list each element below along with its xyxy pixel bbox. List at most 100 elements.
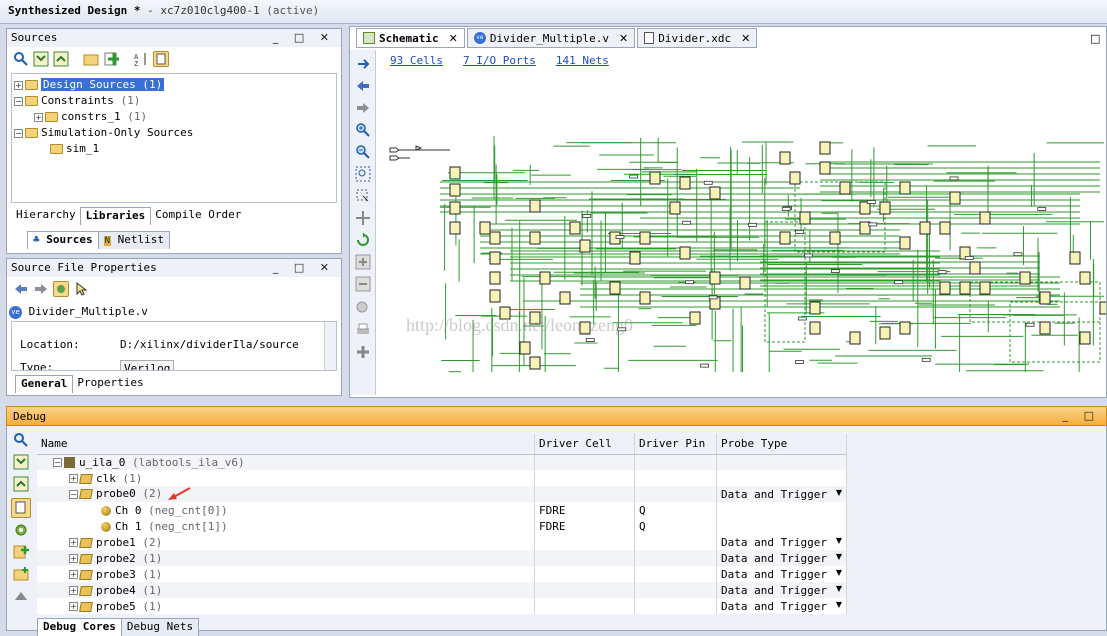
search-icon[interactable]	[355, 300, 371, 316]
forward-arrow-icon[interactable]	[355, 100, 371, 116]
table-row[interactable]: + probe2 (1) Data and Trigger ▼	[37, 550, 847, 566]
expand-all-icon[interactable]	[53, 51, 69, 67]
close-icon[interactable]: ✕	[741, 32, 750, 45]
tab-sources[interactable]: ♣ Sources	[27, 231, 99, 249]
nets-link[interactable]: 141 Nets	[556, 54, 609, 67]
plus-icon[interactable]	[355, 344, 371, 360]
sort-icon[interactable]: AZ	[133, 51, 149, 68]
collapse-icon[interactable]: −	[14, 128, 23, 138]
tab-divider-multiple[interactable]: ve Divider_Multiple.v ✕	[466, 28, 636, 48]
set-up-debug-icon[interactable]	[13, 566, 29, 582]
expand-icon[interactable]: +	[69, 474, 78, 483]
tab-debug-cores[interactable]: Debug Cores	[37, 618, 122, 636]
tree-node-constrs-1[interactable]: + constrs_1 (1)	[34, 109, 147, 125]
table-row[interactable]: + probe4 (1) Data and Trigger ▼	[37, 582, 847, 598]
panel-window-controls[interactable]: _ □ ✕	[273, 31, 335, 44]
add-icon[interactable]	[355, 254, 371, 270]
tab-compile-order[interactable]: Compile Order	[150, 207, 246, 225]
zoom-in-icon[interactable]	[355, 122, 371, 138]
add-debug-icon[interactable]	[13, 544, 29, 560]
probe-type-select[interactable]: Data and Trigger ▼	[716, 486, 847, 502]
remove-icon[interactable]	[355, 276, 371, 292]
expand-icon[interactable]: +	[69, 586, 78, 595]
properties-scrollbar[interactable]	[324, 322, 336, 370]
collapse-all-icon[interactable]	[13, 454, 29, 470]
search-icon[interactable]	[13, 432, 29, 448]
column-header[interactable]: Name	[37, 434, 536, 455]
tab-general[interactable]: General	[15, 375, 74, 393]
table-row[interactable]: + probe1 (2) Data and Trigger ▼	[37, 534, 847, 550]
tree-node-simulation-sources[interactable]: − Simulation-Only Sources	[14, 125, 193, 141]
column-header[interactable]: Probe Type	[716, 434, 847, 455]
collapse-icon[interactable]: −	[14, 96, 23, 106]
close-icon[interactable]: ✕	[449, 32, 458, 45]
show-properties-icon[interactable]	[11, 498, 31, 518]
panel-window-controls[interactable]: _ □ ✕	[273, 261, 335, 274]
pointer-icon[interactable]	[73, 281, 89, 297]
tab-divider-xdc[interactable]: Divider.xdc ✕	[637, 28, 758, 48]
auto-update-icon[interactable]	[53, 281, 69, 297]
tab-netlist[interactable]: N Netlist	[97, 231, 171, 249]
select-icon[interactable]	[355, 56, 371, 72]
table-row[interactable]: − probe0 (2) Data and Trigger ▼	[37, 486, 847, 502]
collapse-icon[interactable]: −	[53, 458, 62, 468]
collapse-icon[interactable]: −	[69, 489, 78, 499]
tree-node-sim-1[interactable]: sim_1	[50, 141, 99, 157]
expand-all-icon[interactable]	[13, 476, 29, 492]
table-row[interactable]: − u_ila_0 (labtools_ila_v6)	[37, 454, 847, 470]
search-icon[interactable]	[13, 51, 29, 67]
tree-node-design-sources[interactable]: + Design Sources (1)	[14, 77, 165, 93]
tab-libraries[interactable]: Libraries	[79, 207, 152, 225]
dropdown-arrow-icon[interactable]: ▼	[836, 584, 842, 593]
zoom-fit-icon[interactable]	[355, 166, 371, 182]
probe-type-select[interactable]: Data and Trigger ▼	[716, 550, 847, 566]
table-row[interactable]: Ch 1 (neg_cnt[1]) FDRE Q	[37, 518, 847, 534]
probe-type-select[interactable]: Data and Trigger ▼	[716, 534, 847, 550]
type-value[interactable]: Verilog	[120, 360, 175, 370]
expand-icon[interactable]: +	[14, 80, 23, 90]
back-arrow-icon[interactable]	[13, 281, 29, 297]
expand-icon[interactable]: +	[69, 570, 78, 579]
tab-hierarchy[interactable]: Hierarchy	[11, 207, 81, 225]
expand-icon[interactable]: +	[69, 554, 78, 563]
table-row[interactable]: + probe3 (1) Data and Trigger ▼	[37, 566, 847, 582]
settings-icon[interactable]	[13, 522, 29, 538]
dropdown-arrow-icon[interactable]: ▼	[836, 488, 842, 497]
schematic-canvas[interactable]: http://blog.csdn.net/leon_zeng0	[380, 72, 1106, 394]
implement-debug-icon[interactable]	[13, 588, 29, 604]
close-icon[interactable]: ✕	[619, 32, 628, 45]
tab-properties[interactable]: Properties	[72, 375, 148, 393]
dropdown-arrow-icon[interactable]: ▼	[836, 552, 842, 561]
expand-cell-icon[interactable]	[355, 210, 371, 226]
probe-type-select[interactable]: Data and Trigger ▼	[716, 582, 847, 598]
io-ports-link[interactable]: 7 I/O Ports	[463, 54, 536, 67]
tree-node-constraints[interactable]: − Constraints (1)	[14, 93, 140, 109]
column-header[interactable]: Driver Cell	[534, 434, 636, 455]
forward-arrow-icon[interactable]	[33, 281, 49, 297]
zoom-area-icon[interactable]	[355, 188, 371, 204]
tab-schematic[interactable]: Schematic ✕	[356, 28, 465, 48]
add-sources-icon[interactable]	[103, 51, 120, 67]
tab-debug-nets[interactable]: Debug Nets	[120, 618, 200, 636]
show-properties-icon[interactable]	[153, 51, 169, 67]
collapse-all-icon[interactable]	[33, 51, 49, 67]
maximize-icon[interactable]: □	[1090, 32, 1100, 45]
back-arrow-icon[interactable]	[355, 78, 371, 94]
dropdown-arrow-icon[interactable]: ▼	[836, 600, 842, 609]
cells-link[interactable]: 93 Cells	[390, 54, 443, 67]
dropdown-arrow-icon[interactable]: ▼	[836, 568, 842, 577]
column-header[interactable]: Driver Pin	[634, 434, 717, 455]
regenerate-icon[interactable]	[355, 232, 371, 248]
table-row[interactable]: Ch 0 (neg_cnt[0]) FDRE Q	[37, 502, 847, 518]
table-row[interactable]: + probe5 (1) Data and Trigger ▼	[37, 598, 847, 614]
print-icon[interactable]	[355, 322, 371, 338]
probe-type-select[interactable]: Data and Trigger ▼	[716, 566, 847, 582]
expand-icon[interactable]: +	[34, 112, 43, 122]
table-row[interactable]: + clk (1)	[37, 470, 847, 486]
open-folder-icon[interactable]	[83, 51, 99, 67]
debug-window-controls[interactable]: _ □	[1063, 409, 1100, 422]
probe-type-select[interactable]: Data and Trigger ▼	[716, 598, 847, 614]
dropdown-arrow-icon[interactable]: ▼	[836, 536, 842, 545]
zoom-out-icon[interactable]	[355, 144, 371, 160]
expand-icon[interactable]: +	[69, 602, 78, 611]
